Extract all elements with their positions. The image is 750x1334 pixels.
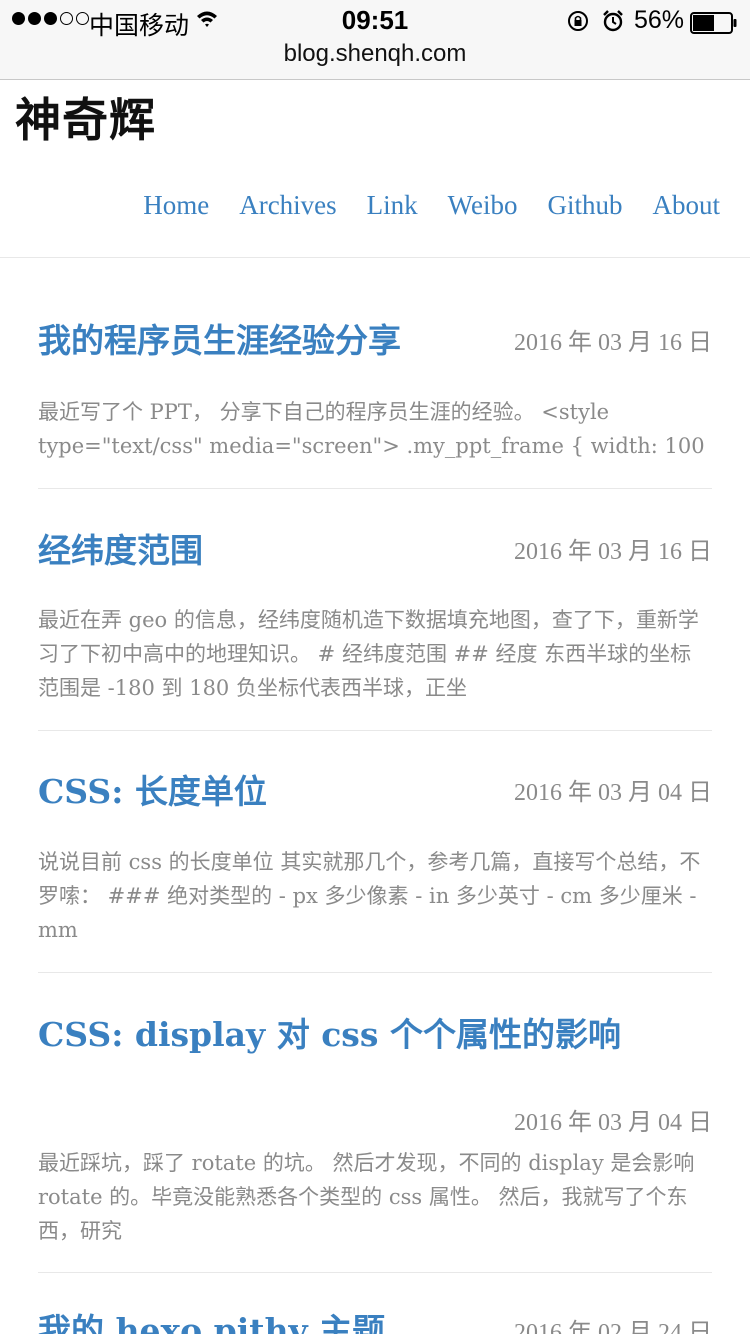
post-date: 2016 年 03 月 04 日: [514, 780, 712, 806]
post-excerpt: 最近在弄 geo 的信息，经纬度随机造下数据填充地图，查了下，重新学习了下初中高…: [38, 608, 699, 700]
post-title[interactable]: 我的程序员生涯经验分享: [38, 314, 401, 362]
post-title[interactable]: CSS: 长度单位: [38, 765, 267, 813]
post-excerpt: 说说目前 css 的长度单位 其实就那几个，参考几篇，直接写个总结，不罗嗦： #…: [38, 850, 701, 942]
post-date: 2016 年 03 月 16 日: [514, 539, 712, 565]
header-divider: [0, 257, 750, 258]
post-date: 2016 年 03 月 04 日: [514, 1110, 712, 1136]
nav-link[interactable]: Link: [367, 190, 418, 221]
post-date: 2016 年 03 月 16 日: [514, 330, 712, 356]
post-title[interactable]: 我的 hexo pithy 主题: [38, 1304, 385, 1334]
battery-percent: 56%: [634, 6, 685, 34]
nav-github[interactable]: Github: [547, 190, 622, 221]
post-divider: [38, 1272, 712, 1273]
post-excerpt: 最近踩坑，踩了 rotate 的坑。 然后才发现，不同的 display 是会影…: [38, 1151, 695, 1243]
post-divider: [38, 488, 712, 489]
battery-icon: [690, 12, 737, 34]
post-excerpt: 最近写了个 PPT， 分享下自己的程序员生涯的经验。 <style type="…: [38, 400, 705, 458]
address-bar-url[interactable]: blog.shenqh.com: [0, 40, 750, 68]
post-date: 2016 年 02 月 24 日: [514, 1320, 712, 1334]
post-divider: [38, 972, 712, 973]
post-title[interactable]: 经纬度范围: [38, 524, 203, 572]
alarm-icon: [603, 10, 623, 32]
post-divider: [38, 730, 712, 731]
nav-about[interactable]: About: [653, 190, 721, 221]
nav-home[interactable]: Home: [143, 190, 209, 221]
site-title[interactable]: 神奇辉: [15, 84, 156, 150]
post-title[interactable]: CSS: display 对 css 个个属性的影响: [38, 1008, 621, 1056]
nav-archives[interactable]: Archives: [239, 190, 336, 221]
nav-weibo[interactable]: Weibo: [448, 190, 518, 221]
status-bar: 中国移动 09:51 56% blog.shenqh.com: [0, 0, 750, 80]
main-nav: Home Archives Link Weibo Github About: [143, 190, 720, 221]
rotation-lock-icon: [568, 11, 588, 31]
